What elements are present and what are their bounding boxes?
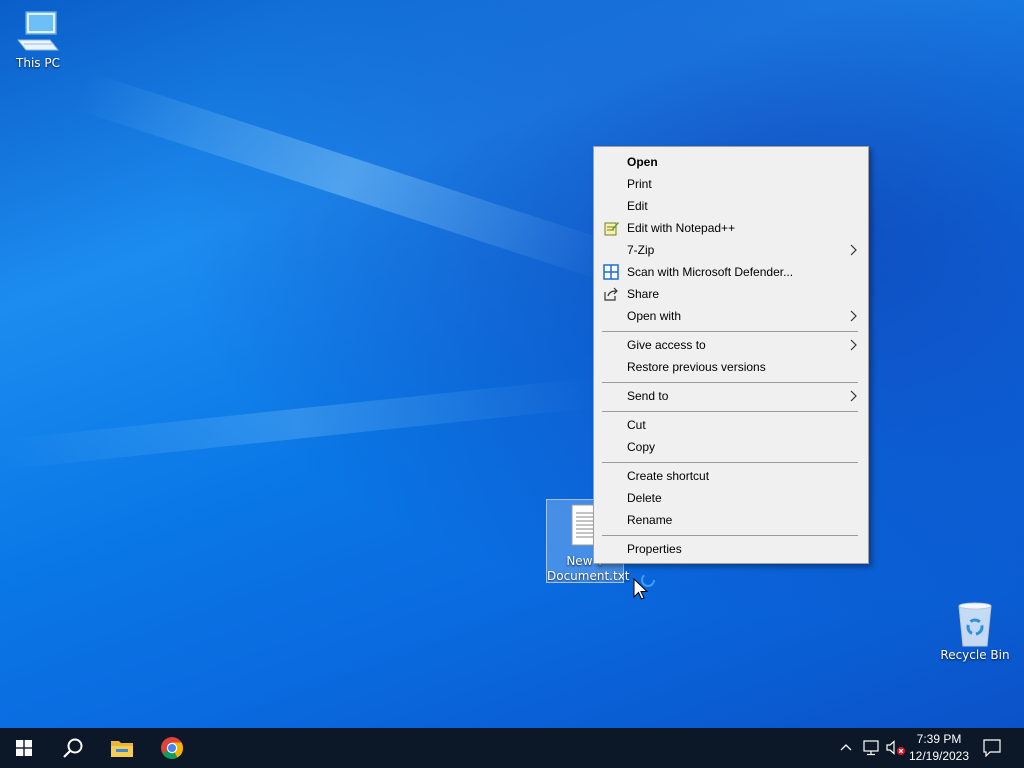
recycle-bin-icon [958,602,992,647]
new-text-document-label-line2: Document.txt [547,569,630,583]
menu-item-cut[interactable]: Cut [596,414,866,436]
wallpaper-light-beam [73,70,619,283]
clock-time: 7:39 PM [916,732,962,746]
menu-separator [602,535,858,536]
volume-tray-button[interactable] [884,728,906,768]
menu-item-label: Open [627,155,658,169]
menu-item-label: Rename [627,513,673,527]
volume-muted-icon [886,740,905,755]
menu-item-properties[interactable]: Properties [596,538,866,560]
menu-separator [602,331,858,332]
menu-item-give-access-to[interactable]: Give access to [596,334,866,356]
show-hidden-icons-button[interactable] [836,728,856,768]
desktop-icon-this-pc[interactable]: This PC [0,8,76,71]
defender-icon [603,264,619,280]
network-tray-button[interactable] [860,728,882,768]
menu-item-create-shortcut[interactable]: Create shortcut [596,465,866,487]
menu-item-label: Restore previous versions [627,360,766,374]
menu-item-label: Delete [627,491,662,505]
menu-item-label: 7-Zip [627,243,655,257]
chrome-button[interactable] [148,728,196,768]
recycle-bin-label: Recycle Bin [940,648,1010,662]
menu-item-rename[interactable]: Rename [596,509,866,531]
submenu-arrow-icon [850,339,857,351]
context-menu: Open Print Edit Edit with Notepad++ 7-Zi… [593,146,869,564]
menu-separator [602,382,858,383]
taskbar: 7:39 PM 12/19/2023 [0,728,1024,768]
menu-item-label: Give access to [627,338,706,352]
submenu-arrow-icon [850,310,857,322]
menu-item-label: Edit with Notepad++ [627,221,736,235]
busy-pointer-icon [633,573,655,600]
this-pc-icon [16,11,60,51]
menu-item-label: Cut [627,418,646,432]
menu-item-open-with[interactable]: Open with [596,305,866,327]
search-button[interactable] [48,728,96,768]
submenu-arrow-icon [850,244,857,256]
menu-item-label: Open with [627,309,682,323]
menu-item-label: Properties [627,542,682,556]
menu-item-share[interactable]: Share [596,283,866,305]
desktop-icon-recycle-bin[interactable]: Recycle Bin [937,600,1013,663]
menu-item-label: Copy [627,440,656,454]
menu-item-send-to[interactable]: Send to [596,385,866,407]
share-icon [604,287,618,301]
clock-date: 12/19/2023 [908,749,970,763]
search-icon [63,738,83,758]
this-pc-label: This PC [16,56,60,70]
desktop[interactable]: This PC New T Document.txt Recycle Bin O… [0,0,1024,728]
file-explorer-button[interactable] [98,728,146,768]
chrome-icon [161,737,183,759]
menu-item-delete[interactable]: Delete [596,487,866,509]
menu-separator [602,462,858,463]
menu-item-print[interactable]: Print [596,173,866,195]
start-icon [16,740,32,756]
menu-item-label: Print [627,177,652,191]
chevron-up-icon [840,744,852,751]
menu-item-label: Send to [627,389,669,403]
menu-item-7zip[interactable]: 7-Zip [596,239,866,261]
menu-separator [602,411,858,412]
menu-item-label: Scan with Microsoft Defender... [627,265,794,279]
submenu-arrow-icon [850,390,857,402]
file-explorer-icon [111,741,133,757]
clock[interactable]: 7:39 PM 12/19/2023 [904,731,974,765]
menu-item-restore-previous-versions[interactable]: Restore previous versions [596,356,866,378]
menu-item-copy[interactable]: Copy [596,436,866,458]
action-center-icon [983,739,1001,757]
menu-item-label: Share [627,287,660,301]
notepadpp-icon [604,222,619,236]
menu-item-scan-defender[interactable]: Scan with Microsoft Defender... [596,261,866,283]
menu-item-label: Edit [627,199,648,213]
menu-item-edit[interactable]: Edit [596,195,866,217]
menu-item-label: Create shortcut [627,469,710,483]
wallpaper-light-beam [0,377,599,470]
start-button[interactable] [0,728,48,768]
menu-item-edit-with-notepadpp[interactable]: Edit with Notepad++ [596,217,866,239]
network-icon [863,740,879,756]
menu-item-open[interactable]: Open [596,151,866,173]
action-center-button[interactable] [978,728,1008,768]
